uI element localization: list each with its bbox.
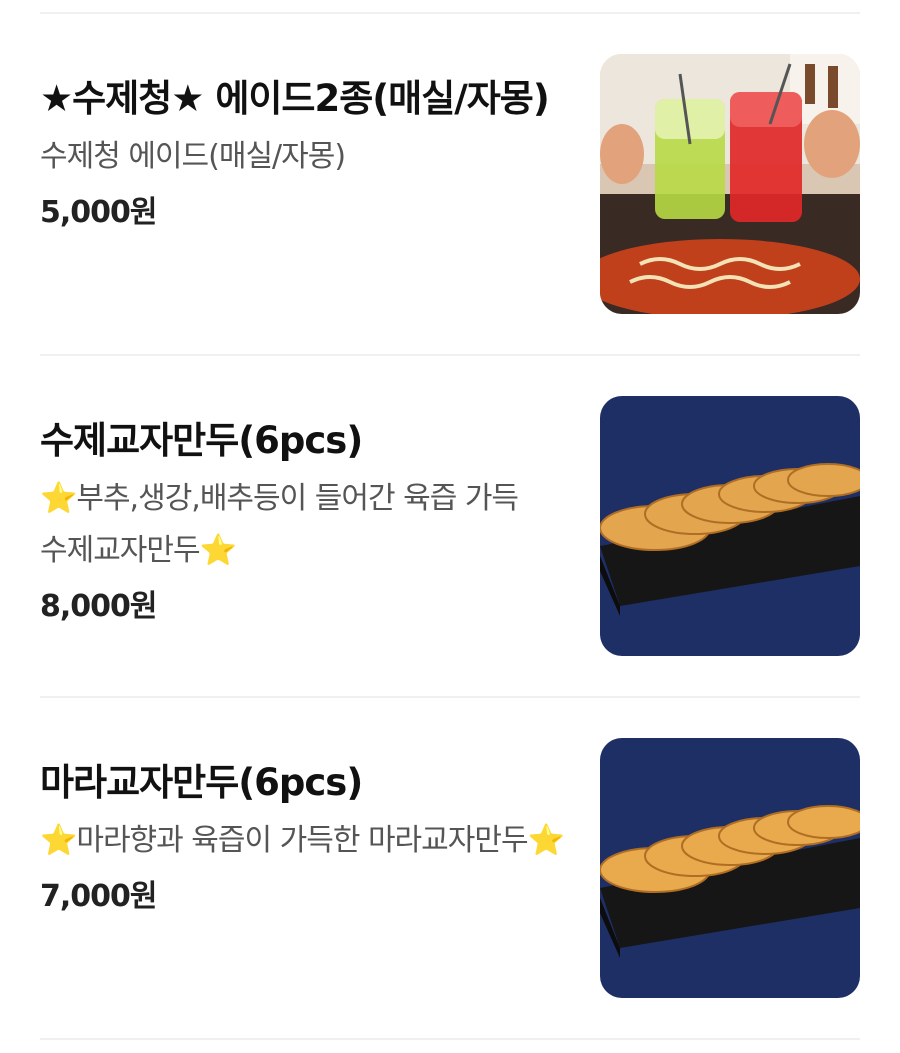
menu-item-name: 수제교자만두(6pcs) — [40, 419, 363, 462]
gyoza-image — [600, 396, 860, 656]
menu-item-name: ★수제청★ 에이드2종(매실/자몽) — [40, 77, 550, 120]
divider-bottom — [40, 1038, 860, 1040]
menu-item-price: 8,000원 — [40, 589, 158, 624]
menu-item-gyoza[interactable]: 수제교자만두(6pcs) ⭐부추,생강,배추등이 들어간 육즙 가득 수제교자만… — [0, 382, 900, 682]
divider-1 — [40, 354, 860, 356]
menu-item-ade[interactable]: ★수제청★ 에이드2종(매실/자몽) 수제청 에이드(매실/자몽) 5,000원 — [0, 40, 900, 340]
menu-item-image-mala-gyoza[interactable] — [600, 738, 860, 998]
menu-item-image-ade[interactable] — [600, 54, 860, 314]
ade-drinks-image — [600, 54, 860, 314]
menu-item-price: 7,000원 — [40, 879, 158, 914]
divider-top — [40, 12, 860, 14]
menu-item-text: 마라교자만두(6pcs) ⭐마라향과 육즙이 가득한 마라교자만두⭐ 7,000… — [40, 754, 570, 919]
menu-item-name: 마라교자만두(6pcs) — [40, 761, 363, 804]
menu-item-image-gyoza[interactable] — [600, 396, 860, 656]
menu-item-text: 수제교자만두(6pcs) ⭐부추,생강,배추등이 들어간 육즙 가득 수제교자만… — [40, 412, 570, 629]
divider-2 — [40, 696, 860, 698]
menu-item-mala-gyoza[interactable]: 마라교자만두(6pcs) ⭐마라향과 육즙이 가득한 마라교자만두⭐ 7,000… — [0, 724, 900, 1024]
menu-item-description: ⭐부추,생강,배추등이 들어간 육즙 가득 수제교자만두⭐ — [40, 481, 519, 568]
menu-item-text: ★수제청★ 에이드2종(매실/자몽) 수제청 에이드(매실/자몽) 5,000원 — [40, 70, 570, 235]
menu-item-price: 5,000원 — [40, 195, 158, 230]
menu-item-description: 수제청 에이드(매실/자몽) — [40, 139, 346, 174]
mala-gyoza-image — [600, 738, 860, 998]
menu-item-description: ⭐마라향과 육즙이 가득한 마라교자만두⭐ — [40, 823, 565, 858]
